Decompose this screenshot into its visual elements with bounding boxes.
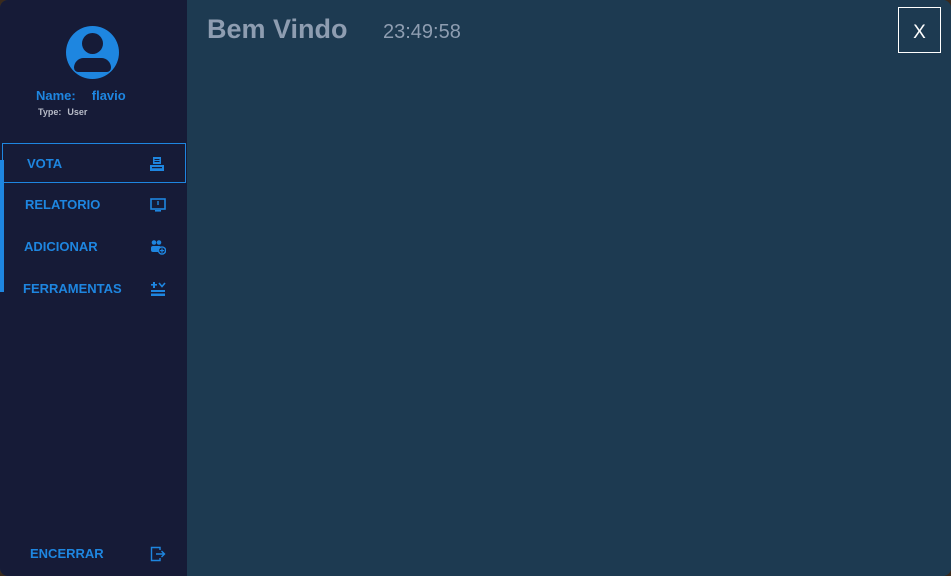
user-name-label: Name:: [36, 88, 76, 103]
sidebar-item-relatorio[interactable]: RELATORIO: [2, 185, 186, 225]
main-content: Bem Vindo 23:49:58 X: [187, 0, 951, 576]
clock-display: 23:49:58: [383, 21, 461, 43]
user-avatar-icon: [66, 26, 119, 79]
exit-icon: [150, 546, 166, 562]
page-title: Bem Vindo: [207, 14, 348, 44]
logout-button[interactable]: ENCERRAR: [2, 534, 186, 574]
sidebar-item-label: FERRAMENTAS: [23, 281, 122, 296]
close-button[interactable]: X: [898, 7, 941, 53]
sidebar-item-label: VOTA: [27, 156, 63, 171]
add-users-icon: [151, 240, 166, 255]
logout-label: ENCERRAR: [30, 546, 104, 561]
sidebar-item-label: ADICIONAR: [24, 239, 98, 254]
user-type-row: Type: User: [38, 107, 87, 117]
user-type-value: User: [67, 107, 88, 117]
monitor-icon: [150, 198, 166, 212]
app-window: Name: flavio Type: User VOTA RELATORIO A…: [0, 0, 951, 576]
sidebar-item-ferramentas[interactable]: FERRAMENTAS: [2, 269, 186, 309]
sidebar-item-label: RELATORIO: [25, 197, 101, 212]
user-name-row: Name: flavio: [36, 88, 126, 103]
sidebar-item-adicionar[interactable]: ADICIONAR: [2, 227, 186, 267]
ballot-box-icon: [150, 157, 164, 171]
user-name-value: flavio: [91, 88, 126, 103]
sidebar-item-vota[interactable]: VOTA: [2, 143, 186, 183]
tools-icon: [151, 282, 166, 296]
user-type-label: Type:: [38, 107, 62, 117]
sidebar: Name: flavio Type: User VOTA RELATORIO A…: [0, 0, 187, 576]
